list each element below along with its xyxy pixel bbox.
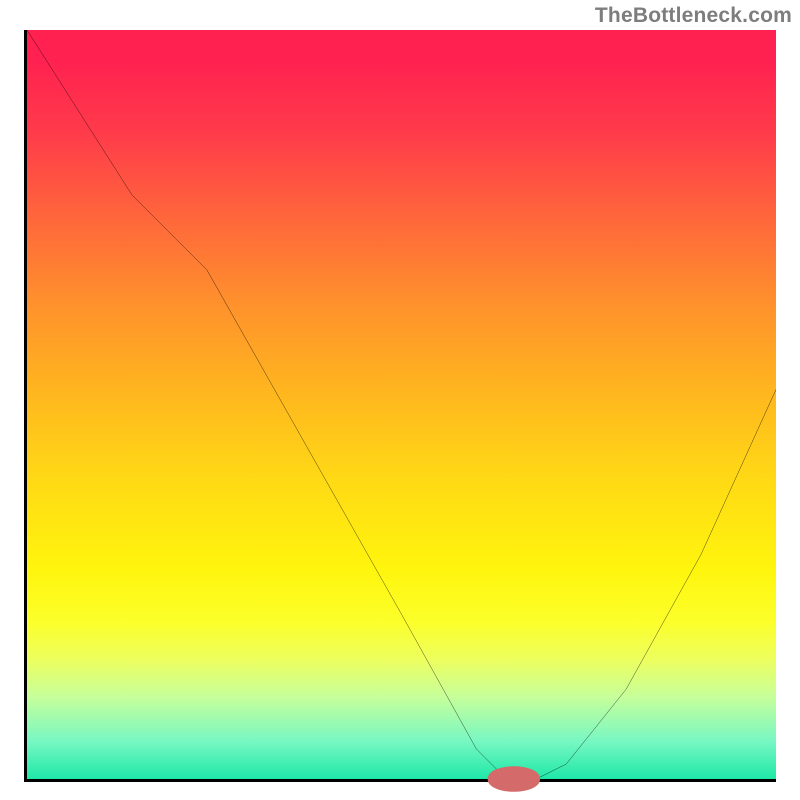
bottleneck-curve-path [27,30,776,779]
chart-area [24,30,776,782]
attribution-text: TheBottleneck.com [595,4,792,28]
optimal-point-marker [491,770,536,788]
curve-layer [27,30,776,779]
